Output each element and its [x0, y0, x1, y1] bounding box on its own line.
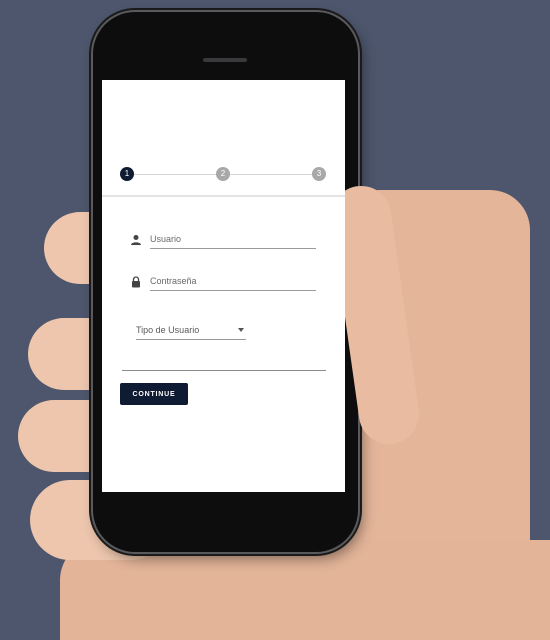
stepper-divider: [102, 195, 345, 197]
phone-speaker: [203, 58, 247, 62]
step-2[interactable]: 2: [216, 167, 230, 181]
caret-down-icon: [238, 328, 244, 332]
person-icon: [131, 235, 141, 245]
phone-screen: 1 2 3 Tipo de Usuario CONTINUE: [102, 80, 345, 492]
lock-icon: [132, 276, 140, 288]
username-field: [130, 230, 320, 254]
user-type-select[interactable]: Tipo de Usuario: [136, 323, 246, 340]
user-type-label: Tipo de Usuario: [136, 325, 200, 335]
continue-button[interactable]: CONTINUE: [120, 383, 188, 405]
password-input[interactable]: [150, 272, 316, 291]
step-1[interactable]: 1: [120, 167, 134, 181]
password-field: [130, 272, 320, 296]
form-divider: [122, 370, 326, 371]
stepper: 1 2 3: [102, 166, 345, 190]
username-input[interactable]: [150, 230, 316, 249]
step-3[interactable]: 3: [312, 167, 326, 181]
